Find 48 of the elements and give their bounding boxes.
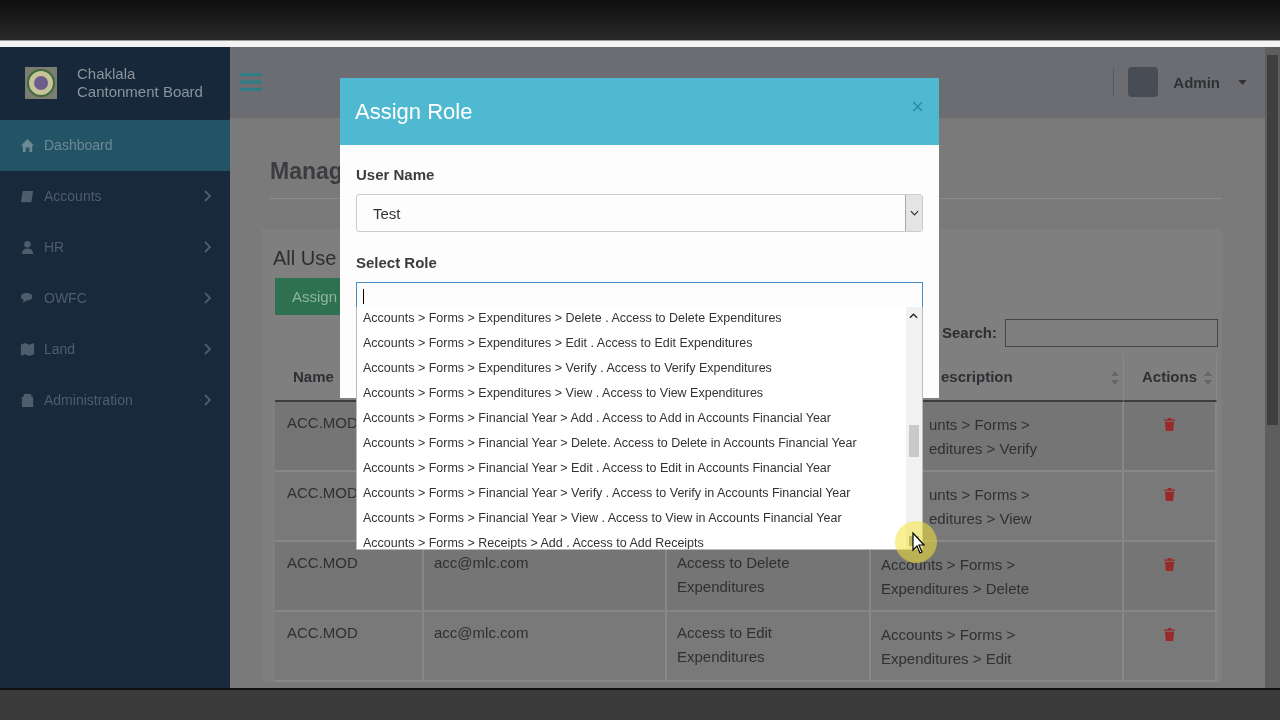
home-icon [20,137,35,153]
trash-icon[interactable] [1164,557,1175,571]
table-cell: acc@mlc.com [434,623,529,641]
user-icon [20,239,35,255]
dropdown-option[interactable]: Accounts > Forms > Financial Year > Edit . Access to Edit in Accounts Financial Year [357,457,906,482]
scroll-up-icon[interactable] [909,313,918,319]
dropdown-option[interactable]: Accounts > Forms > Financial Year > Add . Access to Add in Accounts Financial Year [357,407,906,432]
user-select[interactable]: Test [356,194,923,232]
trash-icon[interactable] [1164,487,1175,501]
table-cell: ACC.MOD [287,623,358,641]
menu-icon[interactable] [240,73,262,92]
brand-name: Chaklala Cantonment Board [77,65,204,102]
avatar[interactable] [1128,67,1159,98]
table-cell-text: editures > Verify [929,438,1037,459]
table-cell-text: Accounts > Forms > Expenditures > Delete [881,554,1030,599]
modal-title: Assign Role [355,98,473,125]
chevron-down-icon[interactable] [909,210,919,216]
sort-icon[interactable] [1204,370,1212,385]
dropdown-option[interactable]: Accounts > Forms > Financial Year > Delete. Access to Delete in Accounts Financial Year [357,432,906,457]
scroll-thumb[interactable] [909,425,919,457]
dropdown-option[interactable]: Accounts > Forms > Financial Year > View . Access to View in Accounts Financial Year [357,507,906,532]
search-field[interactable] [1005,318,1218,347]
table-cell-text: editures > View [929,508,1032,529]
page-title: Manag [270,157,343,185]
table-cell: ACC.MOD [287,483,358,501]
caret-icon[interactable] [1238,79,1247,85]
search-label: Search: [941,324,997,342]
list-scrollbar[interactable] [906,307,922,549]
dropdown-option[interactable]: Accounts > Forms > Financial Year > Verify . Access to Verify in Accounts Financial Year [357,482,906,507]
table-cell: ACC.MOD [287,413,358,431]
table-cell: ACC.MOD [287,553,358,571]
table-cell-text: Access to Edit Expenditures [677,622,774,667]
table-cell-text: unts > Forms > [929,414,1030,435]
card-title: All Use [273,246,337,270]
sort-icon[interactable] [1111,370,1119,385]
dropdown-option[interactable]: Accounts > Forms > Expenditures > Delete . Access to Delete Expenditures [357,307,906,332]
table-cell: acc@mlc.com [434,553,529,571]
table-cell-text: unts > Forms > [929,484,1030,505]
chat-icon [20,290,35,306]
scrollbar[interactable] [1265,46,1280,689]
field-label: Select Role [356,254,438,271]
trash-icon[interactable] [1164,417,1175,431]
field-label: User Name [356,166,436,183]
emblem-logo [25,67,57,100]
table-cell-text: Accounts > Forms > Expenditures > Edit [881,624,1017,669]
table-cell-text: Access to Delete Expenditures [677,552,791,597]
map-icon [20,341,35,357]
trash-icon[interactable] [1164,627,1175,641]
